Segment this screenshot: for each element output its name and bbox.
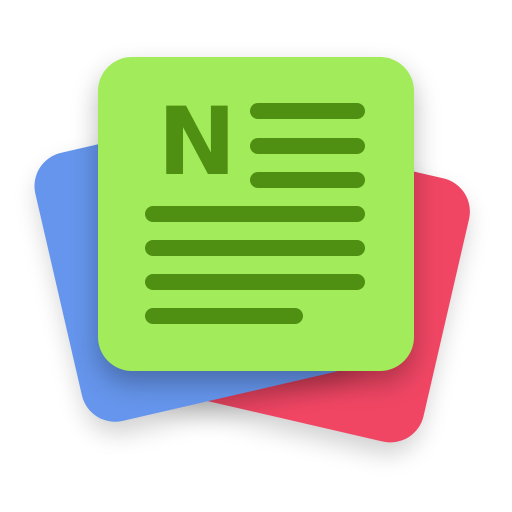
body-line-2 bbox=[145, 240, 365, 256]
header-line-1 bbox=[250, 103, 365, 119]
header-line-2 bbox=[250, 138, 365, 154]
header-line-3 bbox=[250, 172, 365, 188]
app-icon: N bbox=[0, 0, 512, 512]
letter-n: N bbox=[157, 88, 237, 197]
body-line-1 bbox=[145, 206, 365, 222]
body-line-4 bbox=[145, 308, 303, 324]
body-line-3 bbox=[145, 274, 365, 290]
